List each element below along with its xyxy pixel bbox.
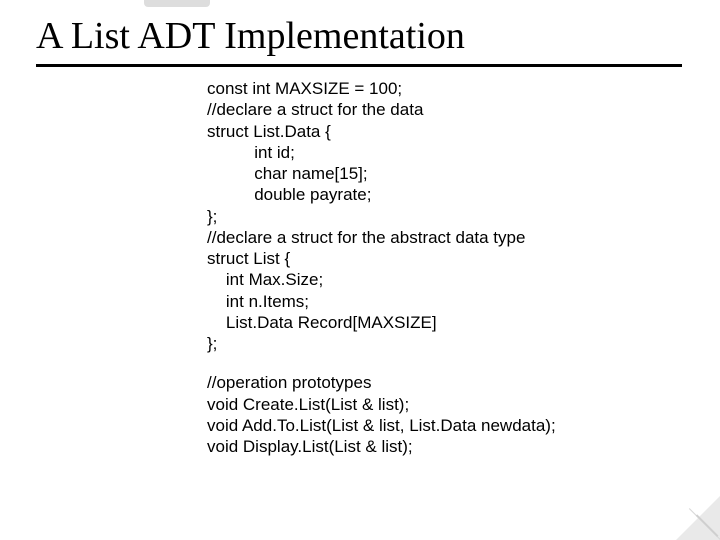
slide: A List ADT Implementation const int MAXS…: [0, 0, 720, 540]
slide-title: A List ADT Implementation: [36, 14, 465, 58]
page-curl-decor: [672, 492, 720, 540]
code-line: const int MAXSIZE = 100;: [207, 78, 677, 99]
blank-line: [207, 354, 677, 372]
code-line: //declare a struct for the data: [207, 99, 677, 120]
code-line: double payrate;: [207, 184, 677, 205]
code-line: void Add.To.List(List & list, List.Data …: [207, 415, 677, 436]
code-line: //declare a struct for the abstract data…: [207, 227, 677, 248]
code-block: const int MAXSIZE = 100; //declare a str…: [207, 78, 677, 457]
code-line: };: [207, 206, 677, 227]
code-line: int n.Items;: [207, 291, 677, 312]
code-line: int id;: [207, 142, 677, 163]
code-line: void Create.List(List & list);: [207, 394, 677, 415]
code-line: char name[15];: [207, 163, 677, 184]
tab-shadow-decor: [144, 0, 210, 7]
code-line: //operation prototypes: [207, 372, 677, 393]
code-line: void Display.List(List & list);: [207, 436, 677, 457]
title-underline: [36, 64, 682, 67]
code-line: List.Data Record[MAXSIZE]: [207, 312, 677, 333]
code-line: struct List.Data {: [207, 121, 677, 142]
code-line: };: [207, 333, 677, 354]
code-line: int Max.Size;: [207, 269, 677, 290]
code-line: struct List {: [207, 248, 677, 269]
